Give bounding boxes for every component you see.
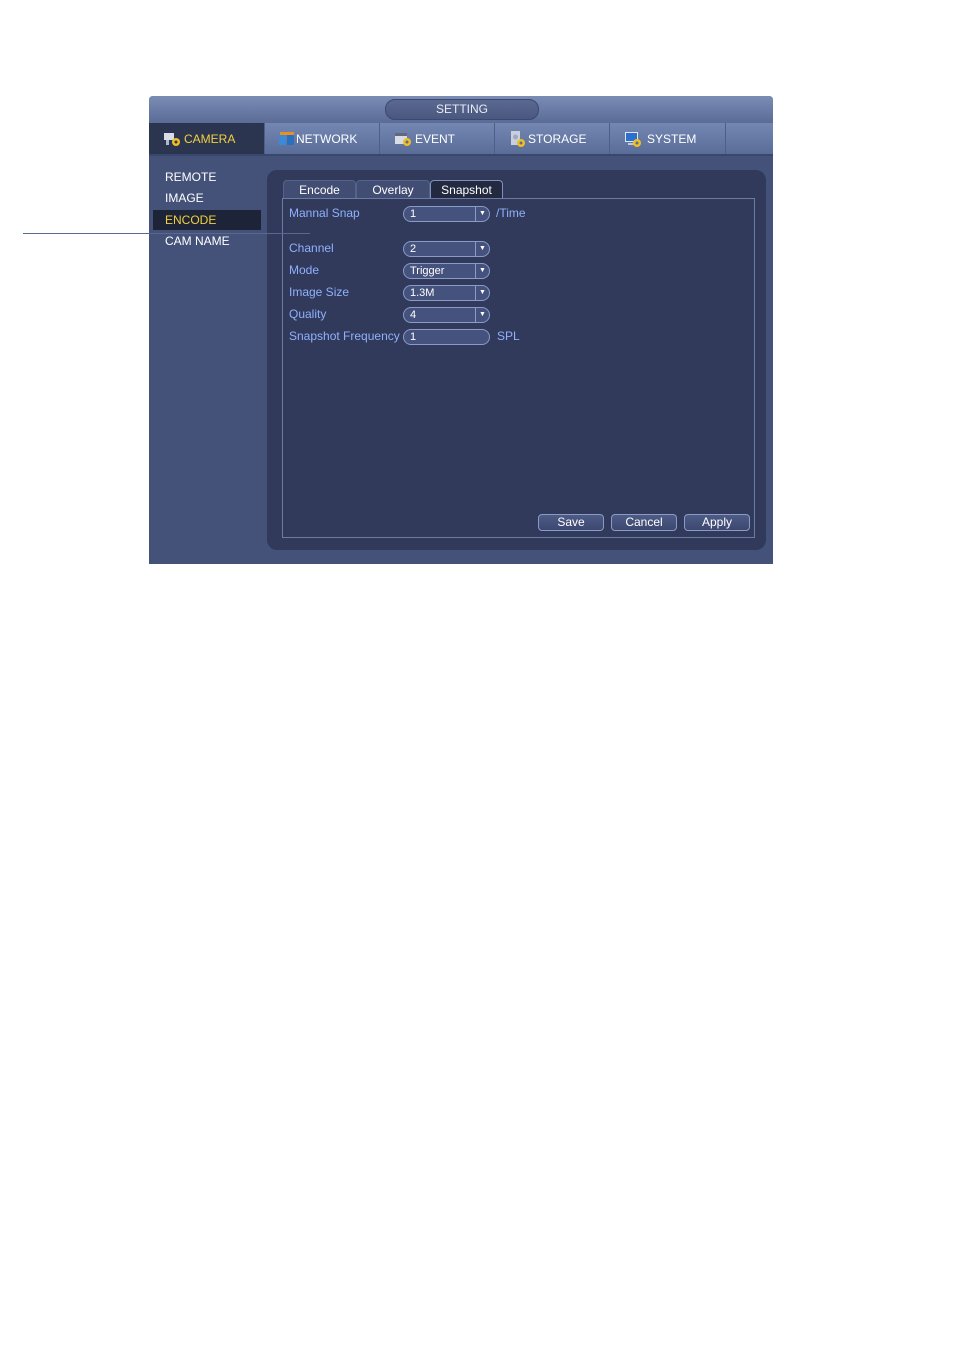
- cancel-button[interactable]: Cancel: [611, 514, 677, 531]
- system-monitor-gear-icon: [624, 131, 642, 147]
- save-button[interactable]: Save: [538, 514, 604, 531]
- snapshot-form: [282, 198, 755, 538]
- chevron-down-icon[interactable]: ▼: [475, 286, 489, 300]
- event-gear-icon: [394, 131, 412, 147]
- chevron-down-icon[interactable]: ▼: [475, 264, 489, 278]
- chevron-down-icon[interactable]: ▼: [475, 308, 489, 322]
- apply-button[interactable]: Apply: [684, 514, 750, 531]
- tab-storage[interactable]: STORAGE: [495, 123, 610, 154]
- chevron-down-icon[interactable]: ▼: [475, 242, 489, 256]
- sidebar-item-remote[interactable]: REMOTE: [153, 167, 261, 187]
- channel-label: Channel: [289, 241, 334, 255]
- tab-label: NETWORK: [296, 131, 358, 146]
- storage-gear-icon: [509, 130, 527, 147]
- channel-select[interactable]: 2 ▼: [403, 241, 490, 257]
- manual-snap-suffix: /Time: [496, 206, 526, 220]
- channel-value: 2: [410, 243, 417, 255]
- tab-label: EVENT: [415, 131, 456, 146]
- sidebar-item-image[interactable]: IMAGE: [153, 188, 261, 208]
- mode-select[interactable]: Trigger ▼: [403, 263, 490, 279]
- window-title: SETTING: [385, 99, 539, 120]
- subtab-encode[interactable]: Encode: [283, 180, 356, 198]
- quality-label: Quality: [289, 307, 327, 321]
- snapshot-frequency-label: Snapshot Frequency: [289, 329, 400, 343]
- tab-camera[interactable]: CAMERA: [149, 123, 265, 154]
- tab-label: CAMERA: [184, 131, 236, 146]
- image-size-value: 1.3M: [410, 287, 435, 299]
- snapshot-frequency-suffix: SPL: [497, 329, 520, 343]
- manual-snap-select[interactable]: 1 ▼: [403, 206, 490, 222]
- tab-label: SYSTEM: [647, 131, 697, 146]
- network-icon: [278, 131, 296, 147]
- tab-event[interactable]: EVENT: [380, 123, 495, 154]
- tab-system[interactable]: SYSTEM: [610, 123, 726, 154]
- title-bar: SETTING: [149, 96, 773, 124]
- divider: [23, 233, 310, 234]
- subtab-snapshot[interactable]: Snapshot: [430, 180, 503, 198]
- quality-value: 4: [410, 309, 417, 321]
- snapshot-frequency-value: 1: [410, 331, 417, 343]
- mode-label: Mode: [289, 263, 320, 277]
- subtab-overlay[interactable]: Overlay: [356, 180, 430, 198]
- camera-gear-icon: [163, 131, 181, 147]
- quality-select[interactable]: 4 ▼: [403, 307, 490, 323]
- content-panel: Encode Overlay Snapshot: [267, 170, 766, 550]
- tab-network[interactable]: NETWORK: [265, 123, 380, 154]
- mode-value: Trigger: [410, 265, 445, 277]
- manual-snap-value: 1: [410, 208, 417, 220]
- tab-label: STORAGE: [528, 131, 587, 146]
- snapshot-frequency-input[interactable]: 1: [403, 329, 490, 345]
- image-size-label: Image Size: [289, 285, 350, 299]
- image-size-select[interactable]: 1.3M ▼: [403, 285, 490, 301]
- manual-snap-label: Mannal Snap: [289, 206, 360, 220]
- main-tabs: CAMERA NETWORK EVENT STORAGE SYSTEM: [149, 123, 773, 156]
- sidebar-item-cam-name[interactable]: CAM NAME: [153, 231, 261, 251]
- sidebar-item-encode[interactable]: ENCODE: [153, 210, 261, 230]
- chevron-down-icon[interactable]: ▼: [475, 207, 489, 221]
